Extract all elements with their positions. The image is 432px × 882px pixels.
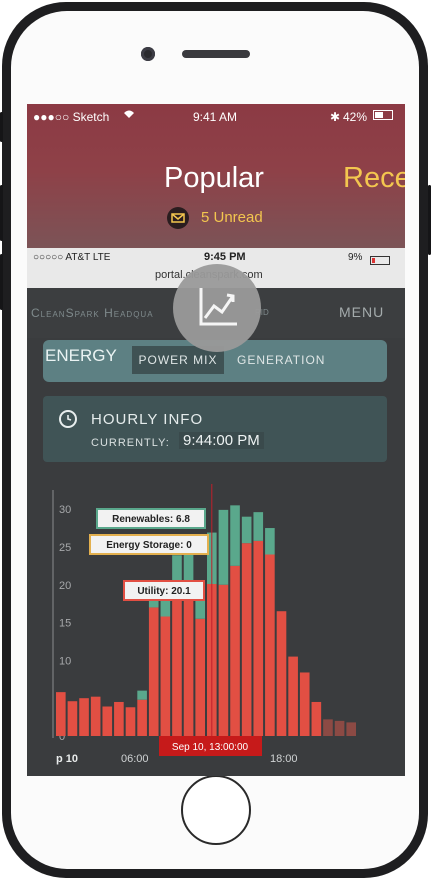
- bar: [265, 528, 275, 555]
- bar: [253, 540, 264, 736]
- battery-icon: [373, 110, 393, 120]
- y-tick-label: 10: [59, 655, 71, 667]
- currently-label: CURRENTLY:: [91, 437, 170, 449]
- x-tick-label: 06:00: [121, 753, 149, 765]
- mute-switch: [0, 112, 3, 142]
- bar: [230, 505, 240, 566]
- bar: [276, 611, 287, 736]
- bar: [172, 598, 182, 736]
- wifi-icon: [123, 108, 135, 122]
- browser-carrier: ○○○○○ AT&T LTE: [33, 252, 111, 263]
- page-title[interactable]: Popular: [164, 162, 264, 195]
- screen: ●●●○○ Sketch 9:41 AM ✱ 42% Popular Rece …: [27, 104, 405, 776]
- bar: [195, 618, 205, 736]
- hourly-info-panel: HOURLY INFO CURRENTLY: 9:44:00 PM: [43, 396, 387, 462]
- y-tick-label: 15: [59, 618, 71, 630]
- battery-percent: 42%: [343, 110, 368, 124]
- bar: [79, 698, 89, 736]
- site-name: CleanSpark Headqua: [31, 306, 154, 320]
- next-tab-title[interactable]: Rece: [343, 162, 405, 195]
- front-camera: [141, 47, 155, 61]
- x-tick-label: 18:00: [270, 753, 298, 765]
- y-tick-label: 20: [59, 580, 71, 592]
- current-time: 9:44:00 PM: [179, 432, 264, 449]
- line-chart-icon: [199, 288, 237, 326]
- carrier-label: ●●●○○ Sketch: [33, 110, 110, 124]
- utility-tooltip: Utility: 20.1: [137, 586, 191, 597]
- bar: [218, 584, 229, 736]
- menu-button[interactable]: MENU: [339, 304, 384, 320]
- y-tick-label: 30: [59, 504, 71, 516]
- earpiece-speaker: [182, 50, 250, 58]
- bar: [56, 692, 66, 736]
- bar: [160, 616, 171, 736]
- mail-icon: [167, 207, 189, 229]
- clock-time: 9:41 AM: [193, 110, 238, 124]
- storage-tooltip: Energy Storage: 0: [106, 540, 192, 551]
- bar: [137, 690, 147, 700]
- clock-icon: [59, 410, 77, 428]
- x-tick-label: p 10: [56, 753, 78, 765]
- browser-battery-percent: 9%: [348, 252, 363, 263]
- bar: [334, 720, 345, 736]
- tab-energy[interactable]: ENERGY: [45, 346, 117, 366]
- bar: [102, 706, 113, 736]
- chart-app-badge[interactable]: [173, 264, 261, 352]
- y-tick-label: 25: [59, 542, 71, 554]
- bar: [114, 701, 124, 736]
- status-bar: ●●●○○ Sketch 9:41 AM ✱ 42%: [27, 104, 405, 128]
- bar: [288, 656, 298, 736]
- bar: [230, 565, 240, 736]
- home-button[interactable]: [181, 775, 251, 845]
- bar: [323, 719, 333, 736]
- energy-chart[interactable]: 051015202530p 1006:0018:00Renewables: 6.…: [27, 468, 405, 776]
- bar: [241, 543, 252, 736]
- renewables-tooltip: Renewables: 6.8: [112, 514, 190, 525]
- browser-time: 9:45 PM: [204, 251, 246, 263]
- volume-down-button: [0, 254, 3, 310]
- bar: [253, 512, 264, 541]
- browser-battery-icon: [370, 256, 390, 265]
- bar: [137, 699, 147, 736]
- bar: [265, 554, 275, 736]
- bar: [67, 701, 78, 736]
- bar: [183, 588, 194, 736]
- bar: [346, 722, 356, 736]
- volume-up-button: [0, 185, 3, 241]
- unread-count: 5 Unread: [201, 209, 263, 226]
- time-tooltip: Sep 10, 13:00:00: [172, 742, 249, 753]
- bar: [311, 701, 322, 736]
- hourly-info-title: HOURLY INFO: [91, 411, 204, 428]
- bar: [125, 707, 136, 736]
- bluetooth-icon: ✱: [330, 110, 341, 124]
- bar: [218, 509, 229, 585]
- power-button: [428, 185, 431, 255]
- bar: [241, 516, 252, 544]
- bar: [148, 607, 159, 736]
- bar: [90, 696, 101, 736]
- bar: [299, 672, 310, 736]
